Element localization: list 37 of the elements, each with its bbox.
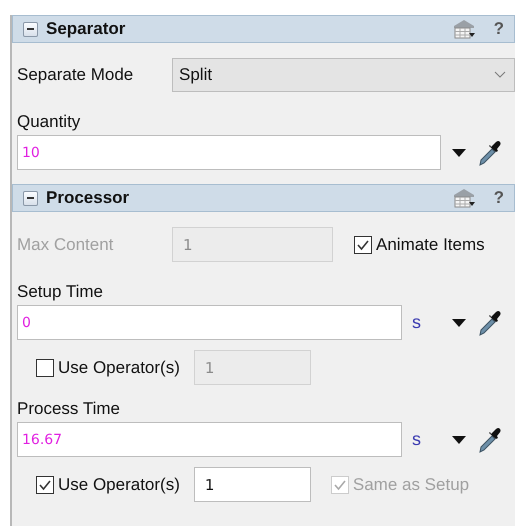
- eyedropper-icon[interactable]: [477, 308, 501, 336]
- section-header[interactable]: Processor ?: [12, 184, 515, 212]
- field-label: Separate Mode: [17, 65, 134, 85]
- checkbox-label: Animate Items: [376, 234, 485, 254]
- checkbox-label: Use Operator(s): [58, 474, 180, 494]
- checkmark-icon: [356, 238, 370, 250]
- field-label: Process Time: [17, 399, 121, 419]
- section-header[interactable]: Separator ?: [12, 15, 515, 43]
- checkbox[interactable]: [36, 476, 54, 494]
- checkmark-icon: [38, 478, 52, 490]
- collapse-icon[interactable]: [23, 190, 38, 206]
- checkbox-label: Use Operator(s): [58, 358, 180, 378]
- collapse-icon[interactable]: [23, 22, 38, 36]
- section-title: Processor: [46, 188, 130, 208]
- field-label: Quantity: [17, 112, 82, 132]
- dropdown-arrow-icon[interactable]: [452, 148, 466, 156]
- table-menu-icon[interactable]: [452, 187, 476, 209]
- eyedropper-icon[interactable]: [477, 138, 501, 166]
- input-field[interactable]: 0: [17, 305, 402, 340]
- input-field[interactable]: 16.67: [17, 422, 402, 457]
- table-menu-icon[interactable]: [452, 18, 476, 40]
- checkmark-icon: [332, 478, 347, 490]
- eyedropper-icon[interactable]: [477, 426, 501, 454]
- field-label: Max Content: [17, 234, 114, 254]
- dropdown-arrow-icon[interactable]: [452, 318, 466, 326]
- chevron-down-icon: [494, 71, 506, 79]
- number-field[interactable]: 1: [194, 467, 311, 502]
- help-icon[interactable]: ?: [494, 188, 504, 208]
- mode-dropdown[interactable]: Split: [172, 58, 515, 92]
- dropdown-arrow-icon[interactable]: [452, 436, 466, 444]
- help-icon[interactable]: ?: [494, 19, 504, 39]
- section-title: Separator: [46, 19, 126, 39]
- unit-label: s: [411, 312, 422, 333]
- unit-label: s: [411, 429, 422, 450]
- field-label: Setup Time: [17, 282, 104, 302]
- input-field[interactable]: 10: [17, 135, 441, 170]
- checkbox-label: Same as Setup: [352, 474, 470, 494]
